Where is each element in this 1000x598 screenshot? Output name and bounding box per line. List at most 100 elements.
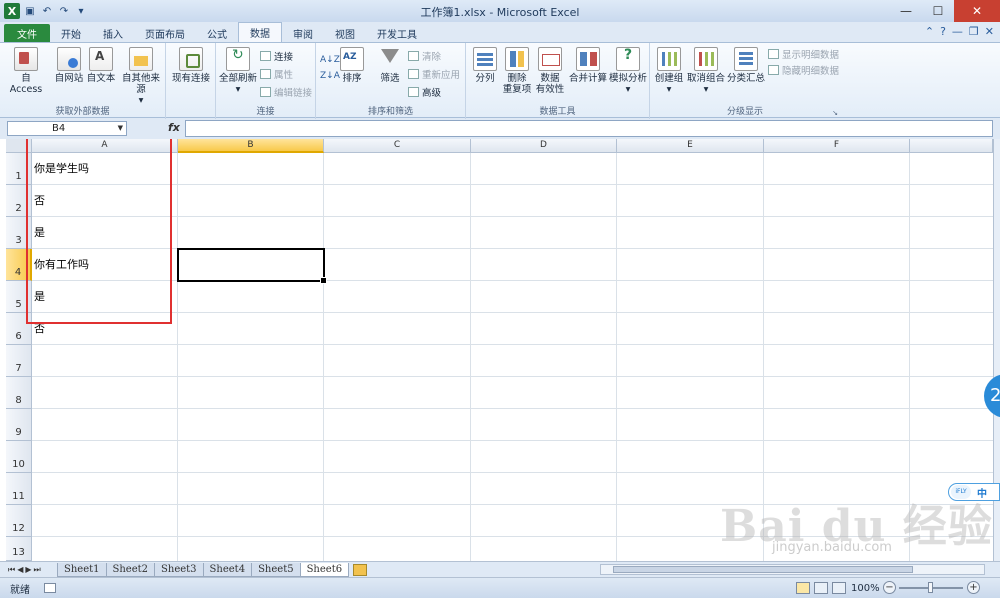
- tab-insert[interactable]: 插入: [92, 24, 134, 42]
- redo-icon[interactable]: ↷: [57, 4, 71, 18]
- row-header-7[interactable]: 7: [6, 345, 32, 377]
- chevron-down-icon[interactable]: ▼: [118, 122, 123, 135]
- tab-developer[interactable]: 开发工具: [366, 24, 428, 42]
- zoom-in-icon[interactable]: +: [967, 581, 980, 594]
- collapse-ribbon-icon[interactable]: ⌃: [925, 25, 934, 38]
- sort-az-za-buttons[interactable]: A↓Z Z↓A: [320, 55, 340, 81]
- row-header-12[interactable]: 12: [6, 505, 32, 537]
- maximize-button[interactable]: ☐: [922, 0, 954, 22]
- sort-button[interactable]: 排序: [338, 47, 366, 84]
- column-header-g[interactable]: [910, 139, 993, 153]
- what-if-analysis-button[interactable]: 模拟分析▾: [608, 47, 648, 95]
- grid-line: [32, 376, 993, 377]
- formula-input[interactable]: [185, 120, 993, 137]
- column-header-c[interactable]: C: [324, 139, 471, 153]
- text-to-columns-icon: [473, 47, 497, 71]
- row-header-8[interactable]: 8: [6, 377, 32, 409]
- hide-detail-button[interactable]: 隐藏明细数据: [768, 63, 839, 77]
- worksheet-grid[interactable]: A B C D E F 1 2 3 4 5 6 7 8 9 10 11 12 1…: [0, 139, 993, 561]
- dialog-launcher-icon[interactable]: ↘: [832, 109, 838, 117]
- row-header-10[interactable]: 10: [6, 441, 32, 473]
- remove-duplicates-button[interactable]: 删除 重复项: [500, 47, 534, 95]
- tab-page-layout[interactable]: 页面布局: [134, 24, 196, 42]
- column-header-f[interactable]: F: [764, 139, 910, 153]
- edit-links-button[interactable]: 编辑链接: [260, 85, 312, 99]
- sheet-tab-1[interactable]: Sheet1: [57, 562, 107, 577]
- sort-za-icon[interactable]: Z↓A: [320, 71, 340, 81]
- zoom-out-icon[interactable]: −: [883, 581, 896, 594]
- ungroup-button[interactable]: 取消组合 ▾: [686, 47, 726, 95]
- last-sheet-icon[interactable]: ⏭: [34, 565, 41, 575]
- tab-home[interactable]: 开始: [50, 24, 92, 42]
- insert-sheet-icon[interactable]: [353, 563, 368, 576]
- properties-icon: [260, 69, 271, 79]
- insert-function-icon[interactable]: fx: [168, 121, 180, 134]
- page-layout-view-icon[interactable]: [814, 582, 828, 594]
- name-box[interactable]: B4 ▼: [7, 121, 127, 136]
- existing-connections-button[interactable]: 现有连接: [170, 47, 212, 84]
- column-header-b[interactable]: B: [178, 139, 324, 153]
- first-sheet-icon[interactable]: ⏮: [8, 565, 15, 575]
- data-validation-button[interactable]: 数据 有效性: [532, 47, 568, 95]
- page-break-view-icon[interactable]: [832, 582, 846, 594]
- sheet-tab-2[interactable]: Sheet2: [105, 562, 156, 577]
- customize-qat-icon[interactable]: ▾: [74, 4, 88, 18]
- sheet-tab-4[interactable]: Sheet4: [202, 562, 253, 577]
- group-sort-filter: A↓Z Z↓A 排序 筛选 清除 重新应用 高级 排序和筛选: [316, 43, 466, 119]
- sort-az-icon[interactable]: A↓Z: [320, 55, 340, 65]
- prev-sheet-icon[interactable]: ◀: [17, 565, 23, 575]
- row-header-11[interactable]: 11: [6, 473, 32, 505]
- refresh-all-button[interactable]: 全部刷新▾: [218, 47, 258, 95]
- zoom-slider-thumb[interactable]: [928, 582, 933, 593]
- cell-a6[interactable]: 否: [34, 322, 45, 336]
- minimize-button[interactable]: —: [890, 0, 922, 22]
- reapply-button[interactable]: 重新应用: [408, 67, 460, 81]
- row-header-13[interactable]: 13: [6, 537, 32, 561]
- row-header-9[interactable]: 9: [6, 409, 32, 441]
- doc-restore-icon[interactable]: ❐: [969, 25, 979, 38]
- tab-file[interactable]: 文件: [4, 24, 50, 42]
- group-existing: 现有连接: [166, 43, 216, 119]
- from-text-button[interactable]: 自文本: [86, 47, 116, 84]
- ime-mode[interactable]: 中: [977, 485, 987, 500]
- tab-review[interactable]: 审阅: [282, 24, 324, 42]
- excel-app-icon[interactable]: X: [4, 3, 20, 19]
- help-icon[interactable]: ?: [940, 25, 946, 38]
- connections-button[interactable]: 连接: [260, 49, 293, 63]
- horizontal-scrollbar[interactable]: [600, 564, 985, 575]
- clear-filter-button[interactable]: 清除: [408, 49, 441, 63]
- column-header-d[interactable]: D: [471, 139, 617, 153]
- filter-button[interactable]: 筛选: [376, 47, 404, 84]
- sheet-tab-6[interactable]: Sheet6: [299, 562, 350, 577]
- column-header-e[interactable]: E: [617, 139, 764, 153]
- undo-icon[interactable]: ↶: [40, 4, 54, 18]
- from-access-button[interactable]: 自 Access: [6, 47, 46, 95]
- tab-formulas[interactable]: 公式: [196, 24, 238, 42]
- macro-record-icon[interactable]: [44, 583, 56, 593]
- ime-toolbar[interactable]: iFLY 中: [948, 483, 1000, 501]
- advanced-filter-button[interactable]: 高级: [408, 85, 441, 99]
- text-to-columns-button[interactable]: 分列: [470, 47, 500, 84]
- sheet-tab-3[interactable]: Sheet3: [154, 562, 204, 577]
- next-sheet-icon[interactable]: ▶: [25, 565, 31, 575]
- tab-data[interactable]: 数据: [238, 22, 282, 42]
- chevron-down-icon: ▾: [235, 84, 241, 95]
- consolidate-button[interactable]: 合并计算: [568, 47, 608, 84]
- doc-minimize-icon[interactable]: —: [952, 25, 963, 38]
- active-cell-b4[interactable]: [177, 248, 327, 284]
- group-external-data: 自 Access 自网站 自文本 自其他来源▾ 获取外部数据: [0, 43, 166, 119]
- doc-close-icon[interactable]: ✕: [985, 25, 994, 38]
- properties-button[interactable]: 属性: [260, 67, 293, 81]
- show-detail-button[interactable]: 显示明细数据: [768, 47, 839, 61]
- save-icon[interactable]: ▣: [23, 4, 37, 18]
- scroll-thumb[interactable]: [613, 566, 913, 573]
- from-web-button[interactable]: 自网站: [54, 47, 84, 84]
- from-other-sources-button[interactable]: 自其他来源 ▾: [118, 47, 164, 106]
- zoom-level[interactable]: 100%: [851, 583, 880, 594]
- tab-view[interactable]: 视图: [324, 24, 366, 42]
- sheet-tab-5[interactable]: Sheet5: [251, 562, 301, 577]
- normal-view-icon[interactable]: [796, 582, 810, 594]
- subtotal-button[interactable]: 分类汇总: [726, 47, 766, 84]
- close-button[interactable]: ✕: [954, 0, 1000, 22]
- group-button[interactable]: 创建组 ▾: [652, 47, 686, 95]
